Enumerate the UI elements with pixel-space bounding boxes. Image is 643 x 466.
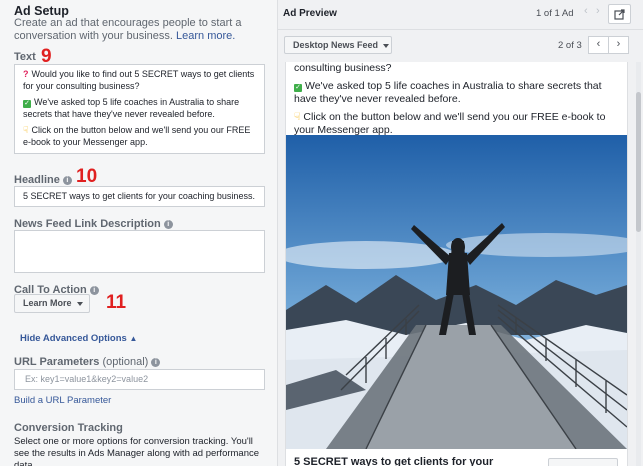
chevron-up-icon: ▲ [129, 334, 138, 343]
conversion-tracking-description: Select one or more options for conversio… [14, 436, 260, 466]
pointing-hand-icon: ☟ [23, 125, 29, 135]
preview-page-indicator: 2 of 3 [558, 40, 582, 51]
build-url-parameter-link[interactable]: Build a URL Parameter [14, 395, 111, 406]
post-line-3: ☟ Click on the button below and we'll sen… [294, 110, 606, 137]
ad-preview-title: Ad Preview [283, 8, 337, 19]
next-ad-icon[interactable]: › [596, 5, 600, 17]
question-mark-icon: ? [23, 69, 29, 79]
step-number-headline: 10 [76, 166, 98, 187]
scrollbar-thumb[interactable] [636, 92, 641, 232]
next-preview-button[interactable]: › [608, 36, 629, 54]
ad-count: 1 of 1 Ad [536, 8, 574, 19]
text-label: Text [14, 51, 36, 63]
newsfeed-link-description-input[interactable] [14, 230, 265, 273]
url-parameters-input[interactable]: Ex: key1=value1&key2=value2 [14, 369, 265, 390]
conversion-tracking-label: Conversion Tracking [14, 422, 123, 434]
post-text: consulting business? ✓ We've asked top 5 … [294, 62, 624, 142]
hide-advanced-options-link[interactable]: Hide Advanced Options ▲ [20, 333, 137, 344]
preview-cta-button[interactable] [548, 458, 618, 466]
check-mark-icon: ✓ [294, 83, 302, 92]
ad-setup-panel: Ad Setup Create an ad that encourages pe… [0, 0, 278, 466]
previous-ad-icon[interactable]: ‹ [584, 5, 588, 17]
open-external-button[interactable] [608, 4, 631, 24]
ad-preview-panel: Ad Preview 1 of 1 Ad ‹ › Desktop News Fe… [278, 0, 643, 466]
ad-preview-card: consulting business? ✓ We've asked top 5 … [285, 62, 628, 466]
headline-label: Headline i [14, 174, 72, 186]
text-line-1: ? Would you like to find out 5 SECRET way… [23, 69, 255, 91]
text-line-2: ✓ We've asked top 5 life coaches in Austr… [23, 97, 240, 119]
step-number-cta: 11 [106, 292, 127, 313]
pointing-hand-icon: ☟ [294, 110, 301, 123]
placement-dropdown[interactable]: Desktop News Feed [284, 36, 392, 54]
post-line-1: consulting business? [294, 62, 392, 74]
chevron-down-icon [76, 301, 83, 306]
text-line-3: ☟ Click on the button below and we'll sen… [23, 125, 251, 147]
headline-input[interactable]: 5 SECRET ways to get clients for your co… [14, 186, 265, 207]
info-icon[interactable]: i [62, 175, 72, 185]
post-line-2: ✓ We've asked top 5 life coaches in Austr… [294, 79, 602, 105]
divider [278, 29, 643, 30]
call-to-action-dropdown[interactable]: Learn More [14, 294, 90, 313]
external-link-icon [614, 9, 625, 20]
learn-more-link[interactable]: Learn more. [176, 30, 235, 42]
ad-setup-subtitle: Create an ad that encourages people to s… [14, 17, 242, 42]
previous-preview-button[interactable]: ‹ [588, 36, 609, 54]
info-icon[interactable]: i [89, 285, 99, 295]
info-icon[interactable]: i [163, 219, 173, 229]
info-icon[interactable]: i [151, 357, 161, 367]
check-mark-icon: ✓ [23, 100, 31, 108]
ad-image[interactable] [286, 135, 627, 449]
preview-headline: 5 SECRET ways to get clients for your [294, 456, 494, 466]
text-textarea[interactable]: ? Would you like to find out 5 SECRET way… [14, 64, 265, 154]
url-parameters-label: URL Parameters (optional) i [14, 356, 161, 368]
newsfeed-link-description-label: News Feed Link Description i [14, 218, 173, 230]
preview-scrollbar[interactable] [636, 62, 641, 466]
chevron-down-icon [383, 43, 390, 48]
ad-setup-title: Ad Setup [14, 4, 69, 18]
